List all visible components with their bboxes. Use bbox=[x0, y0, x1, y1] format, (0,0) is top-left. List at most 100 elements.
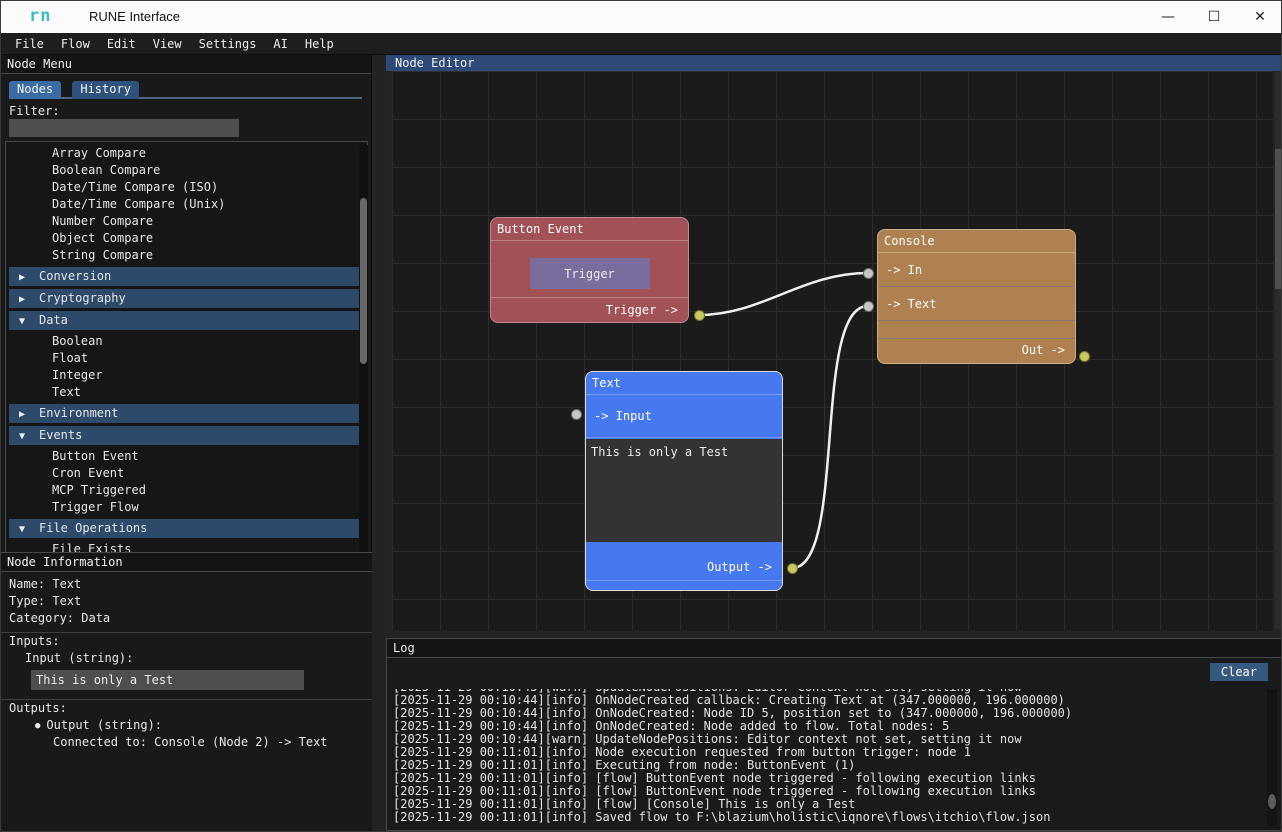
log-content: Clear [2025-11-29 00:10:43][warn] Update… bbox=[387, 658, 1282, 830]
node-list-row[interactable]: Date/Time Compare (ISO) bbox=[6, 179, 367, 196]
filter-input[interactable] bbox=[9, 119, 239, 137]
node-list-row[interactable]: String Compare bbox=[6, 247, 367, 264]
tab-nodes[interactable]: Nodes bbox=[9, 81, 61, 99]
node-text[interactable]: Text -> Input This is only a Test Output… bbox=[585, 371, 783, 591]
node-list: Array Compare Boolean Compare Date/Time … bbox=[5, 141, 368, 602]
node-list-row[interactable]: ▼Data bbox=[9, 311, 363, 330]
filter-label: Filter: bbox=[9, 104, 60, 118]
node-list-row[interactable]: Button Event bbox=[6, 448, 367, 465]
menu-item[interactable]: View bbox=[152, 35, 183, 53]
inputs-label: Inputs: bbox=[1, 633, 372, 650]
editor-scrollbar-thumb[interactable] bbox=[1275, 149, 1281, 289]
node-title: Text bbox=[586, 372, 782, 395]
node-name: Name: Text bbox=[1, 576, 372, 593]
node-list-row[interactable]: Text bbox=[6, 384, 367, 401]
node-list-row[interactable]: Array Compare bbox=[6, 145, 367, 162]
log-scrollbar[interactable] bbox=[1267, 689, 1277, 825]
node-list-row[interactable]: Float bbox=[6, 350, 367, 367]
output-port-label: Output -> bbox=[707, 560, 772, 574]
node-input-value-field[interactable] bbox=[31, 670, 304, 690]
node-type: Type: Text bbox=[1, 593, 372, 610]
connection-info: Connected to: Console (Node 2) -> Text bbox=[1, 734, 372, 751]
node-menu-header: Node Menu bbox=[1, 55, 371, 74]
node-list-row[interactable]: Cron Event bbox=[6, 465, 367, 482]
node-list-label: Cryptography bbox=[39, 291, 126, 305]
node-list-label: MCP Triggered bbox=[52, 483, 146, 497]
node-list-label: Environment bbox=[39, 406, 118, 420]
menu-item[interactable]: File bbox=[14, 35, 45, 53]
node-button-event[interactable]: Button Event Trigger Trigger -> bbox=[490, 217, 689, 323]
node-list-row[interactable]: Date/Time Compare (Unix) bbox=[6, 196, 367, 213]
node-list-row[interactable]: ▼File Operations bbox=[9, 519, 363, 538]
log-scrollbar-thumb[interactable] bbox=[1268, 794, 1276, 809]
outputs-label: Outputs: bbox=[1, 700, 372, 717]
node-list-label: Text bbox=[52, 385, 81, 399]
node-list-label: Array Compare bbox=[52, 146, 146, 160]
node-list-label: Boolean bbox=[52, 334, 103, 348]
node-list-scrollbar-thumb[interactable] bbox=[360, 198, 367, 364]
node-list-label: Trigger Flow bbox=[52, 500, 139, 514]
expand-arrow-icon: ▶ bbox=[19, 268, 39, 287]
maximize-button[interactable]: ☐ bbox=[1191, 1, 1237, 33]
clear-log-button[interactable]: Clear bbox=[1210, 663, 1268, 681]
node-list-row[interactable]: Boolean Compare bbox=[6, 162, 367, 179]
output-label: Output (string): bbox=[46, 718, 162, 732]
expand-arrow-icon: ▼ bbox=[19, 427, 39, 446]
close-button[interactable]: ✕ bbox=[1237, 1, 1282, 33]
node-list-row[interactable]: ▶Cryptography bbox=[9, 289, 363, 308]
node-list-label: Date/Time Compare (ISO) bbox=[52, 180, 218, 194]
menu-bar: File Flow Edit View Settings AI Help bbox=[1, 33, 1282, 55]
node-row bbox=[878, 321, 1075, 339]
text-value-area[interactable]: This is only a Test bbox=[586, 439, 782, 542]
log-line: [2025-11-29 00:11:01][info] Saved flow t… bbox=[393, 811, 1072, 824]
expand-arrow-icon: ▶ bbox=[19, 405, 39, 424]
node-console[interactable]: Console -> In -> Text Out -> bbox=[877, 229, 1076, 364]
node-list-row[interactable]: Trigger Flow bbox=[6, 499, 367, 516]
port-console-in[interactable] bbox=[863, 268, 874, 279]
node-list-label: File Operations bbox=[39, 521, 147, 535]
menu-item[interactable]: Settings bbox=[198, 35, 258, 53]
port-text-output[interactable] bbox=[787, 563, 798, 574]
editor-scrollbar[interactable] bbox=[1275, 71, 1281, 629]
node-list-label: Object Compare bbox=[52, 231, 153, 245]
node-editor-panel: Node Editor Button Event Trigger Trigger… bbox=[386, 55, 1282, 633]
node-list-row[interactable]: ▶Conversion bbox=[9, 267, 363, 286]
node-list-label: Date/Time Compare (Unix) bbox=[52, 197, 225, 211]
menu-item[interactable]: Edit bbox=[106, 35, 137, 53]
title-bar[interactable]: rn RUNE Interface — ☐ ✕ bbox=[1, 1, 1282, 33]
minimize-button[interactable]: — bbox=[1145, 1, 1191, 33]
input-field-label: Input (string): bbox=[1, 650, 372, 667]
log-scroll-region[interactable]: [2025-11-29 00:10:43][warn] UpdateNodePo… bbox=[393, 689, 1262, 824]
port-text-input[interactable] bbox=[571, 409, 582, 420]
tab-history[interactable]: History bbox=[72, 81, 139, 99]
sidebar-tab-bar: Nodes History bbox=[9, 81, 362, 99]
node-list-row[interactable]: Number Compare bbox=[6, 213, 367, 230]
output-bullet-icon: ● bbox=[9, 721, 46, 731]
node-list-row[interactable]: Object Compare bbox=[6, 230, 367, 247]
node-list-label: Events bbox=[39, 428, 82, 442]
trigger-button[interactable]: Trigger bbox=[530, 258, 650, 289]
node-list-label: Conversion bbox=[39, 269, 111, 283]
output-port-label: Out -> bbox=[878, 338, 1075, 363]
port-console-out[interactable] bbox=[1079, 351, 1090, 362]
node-list-row[interactable]: Integer bbox=[6, 367, 367, 384]
node-list-label: Boolean Compare bbox=[52, 163, 160, 177]
node-category: Category: Data bbox=[1, 610, 372, 627]
expand-arrow-icon: ▶ bbox=[19, 290, 39, 309]
log-lines: [2025-11-29 00:10:43][warn] UpdateNodePo… bbox=[393, 689, 1072, 824]
node-list-label: Cron Event bbox=[52, 466, 124, 480]
node-list-row[interactable]: MCP Triggered bbox=[6, 482, 367, 499]
menu-item[interactable]: AI bbox=[272, 35, 288, 53]
port-button-event-trigger-out[interactable] bbox=[694, 310, 705, 321]
port-console-text[interactable] bbox=[863, 301, 874, 312]
window-controls: — ☐ ✕ bbox=[1145, 1, 1282, 33]
node-list-row[interactable]: ▼Events bbox=[9, 426, 363, 445]
node-list-row[interactable]: ▶Environment bbox=[9, 404, 363, 423]
node-editor-header: Node Editor bbox=[386, 55, 1282, 71]
menu-item[interactable]: Flow bbox=[60, 35, 91, 53]
input-port-label: -> Text bbox=[878, 287, 1075, 321]
node-list-row[interactable]: Boolean bbox=[6, 333, 367, 350]
menu-item[interactable]: Help bbox=[304, 35, 335, 53]
node-editor-canvas[interactable]: Button Event Trigger Trigger -> Console … bbox=[392, 71, 1273, 631]
node-title: Button Event bbox=[491, 218, 688, 241]
